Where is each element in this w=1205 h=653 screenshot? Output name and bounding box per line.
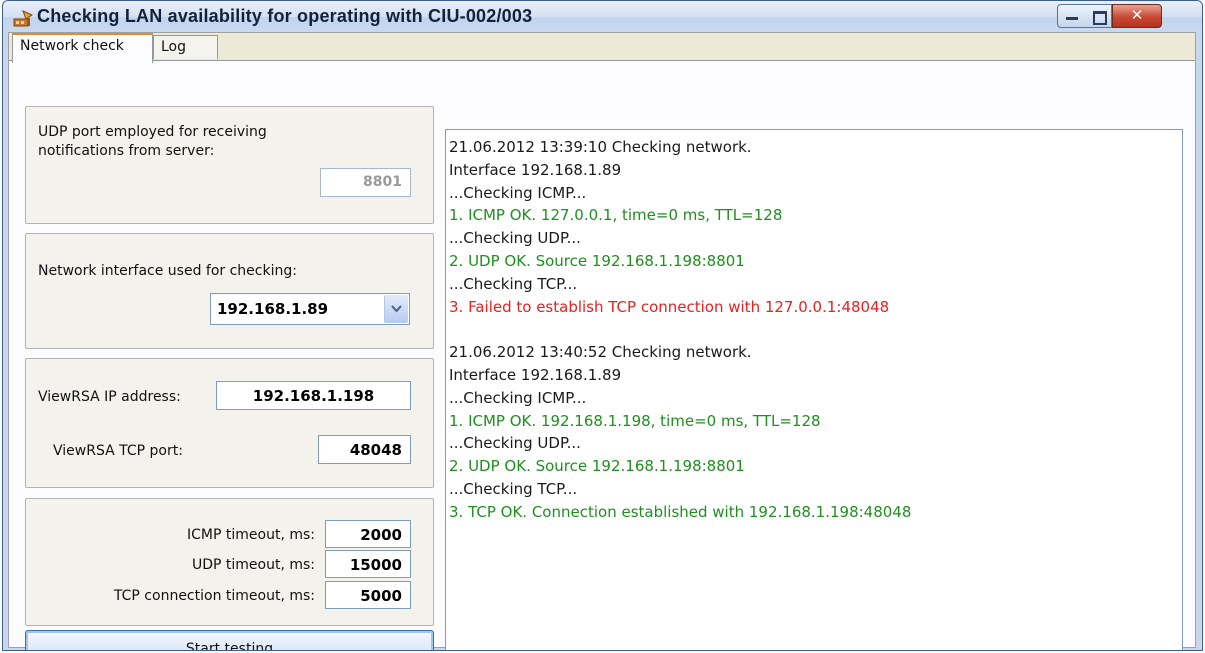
log-line: 21.06.2012 13:40:52 Checking network. — [449, 343, 752, 362]
viewrsa-ip-field[interactable]: 192.168.1.198 — [216, 381, 411, 410]
title-bar[interactable]: Checking LAN availability for operating … — [3, 1, 1202, 33]
viewrsa-tcp-port-label: ViewRSA TCP port: — [53, 443, 183, 459]
log-line: 2. UDP OK. Source 192.168.1.198:8801 — [449, 457, 745, 476]
udp-port-label-line2: notifications from server: — [38, 143, 215, 159]
log-output[interactable]: 21.06.2012 13:39:10 Checking network. Int… — [445, 129, 1183, 650]
log-line: ...Checking UDP... — [449, 434, 581, 453]
udp-port-field[interactable]: 8801 — [320, 168, 411, 197]
udp-timeout-label: UDP timeout, ms: — [191, 557, 315, 573]
maximize-button[interactable] — [1085, 4, 1112, 28]
maximize-icon — [1093, 11, 1107, 25]
chevron-down-icon — [391, 305, 402, 313]
log-line: 3. Failed to establish TCP connection wi… — [449, 297, 890, 316]
app-icon — [13, 10, 33, 27]
minimize-button[interactable] — [1057, 4, 1086, 28]
network-check-panel: UDP port employed for receiving notifica… — [9, 60, 1195, 650]
client-area: Network check Log UDP port employed for … — [8, 32, 1196, 650]
close-icon: ✕ — [1130, 6, 1144, 24]
network-interface-value: 192.168.1.89 — [217, 300, 329, 318]
log-line: Interface 192.168.1.89 — [449, 160, 622, 179]
log-line: 3. TCP OK. Connection established with 1… — [449, 502, 912, 521]
log-line: 2. UDP OK. Source 192.168.1.198:8801 — [449, 251, 745, 270]
network-interface-group: Network interface used for checking: 192… — [25, 233, 434, 349]
udp-port-group: UDP port employed for receiving notifica… — [25, 106, 434, 224]
log-line: 1. ICMP OK. 127.0.0.1, time=0 ms, TTL=12… — [449, 206, 783, 225]
tab-network-check[interactable]: Network check — [12, 33, 153, 63]
icmp-timeout-field[interactable]: 2000 — [325, 520, 411, 548]
viewrsa-tcp-port-field[interactable]: 48048 — [318, 435, 411, 464]
start-testing-button[interactable]: Start testing — [25, 630, 434, 650]
tab-log[interactable]: Log — [153, 35, 218, 59]
log-line: ...Checking ICMP... — [449, 183, 587, 202]
tcp-timeout-label: TCP connection timeout, ms: — [113, 588, 315, 604]
viewrsa-ip-label: ViewRSA IP address: — [38, 389, 181, 405]
log-line: 21.06.2012 13:39:10 Checking network. — [449, 138, 752, 156]
network-interface-label: Network interface used for checking: — [38, 263, 297, 279]
log-line: ...Checking UDP... — [449, 229, 581, 248]
log-line: 1. ICMP OK. 192.168.1.198, time=0 ms, TT… — [449, 411, 821, 430]
window-title: Checking LAN availability for operating … — [37, 6, 533, 26]
icmp-timeout-label: ICMP timeout, ms: — [187, 527, 315, 543]
network-interface-select[interactable]: 192.168.1.89 — [210, 293, 410, 325]
viewrsa-group: ViewRSA IP address: 192.168.1.198 ViewRS… — [25, 358, 434, 488]
dropdown-button[interactable] — [384, 295, 408, 323]
timeouts-group: ICMP timeout, ms: 2000 UDP timeout, ms: … — [25, 498, 434, 626]
udp-timeout-field[interactable]: 15000 — [325, 550, 411, 578]
tcp-timeout-field[interactable]: 5000 — [325, 581, 411, 609]
log-line: Interface 192.168.1.89 — [449, 365, 622, 384]
close-button[interactable]: ✕ — [1112, 4, 1162, 28]
log-line: ...Checking ICMP... — [449, 388, 587, 407]
app-window: Checking LAN availability for operating … — [2, 0, 1203, 651]
log-line: ...Checking TCP... — [449, 479, 578, 498]
udp-port-label-line1: UDP port employed for receiving — [38, 124, 267, 140]
log-line: ...Checking TCP... — [449, 274, 578, 293]
minimize-icon — [1066, 17, 1078, 20]
